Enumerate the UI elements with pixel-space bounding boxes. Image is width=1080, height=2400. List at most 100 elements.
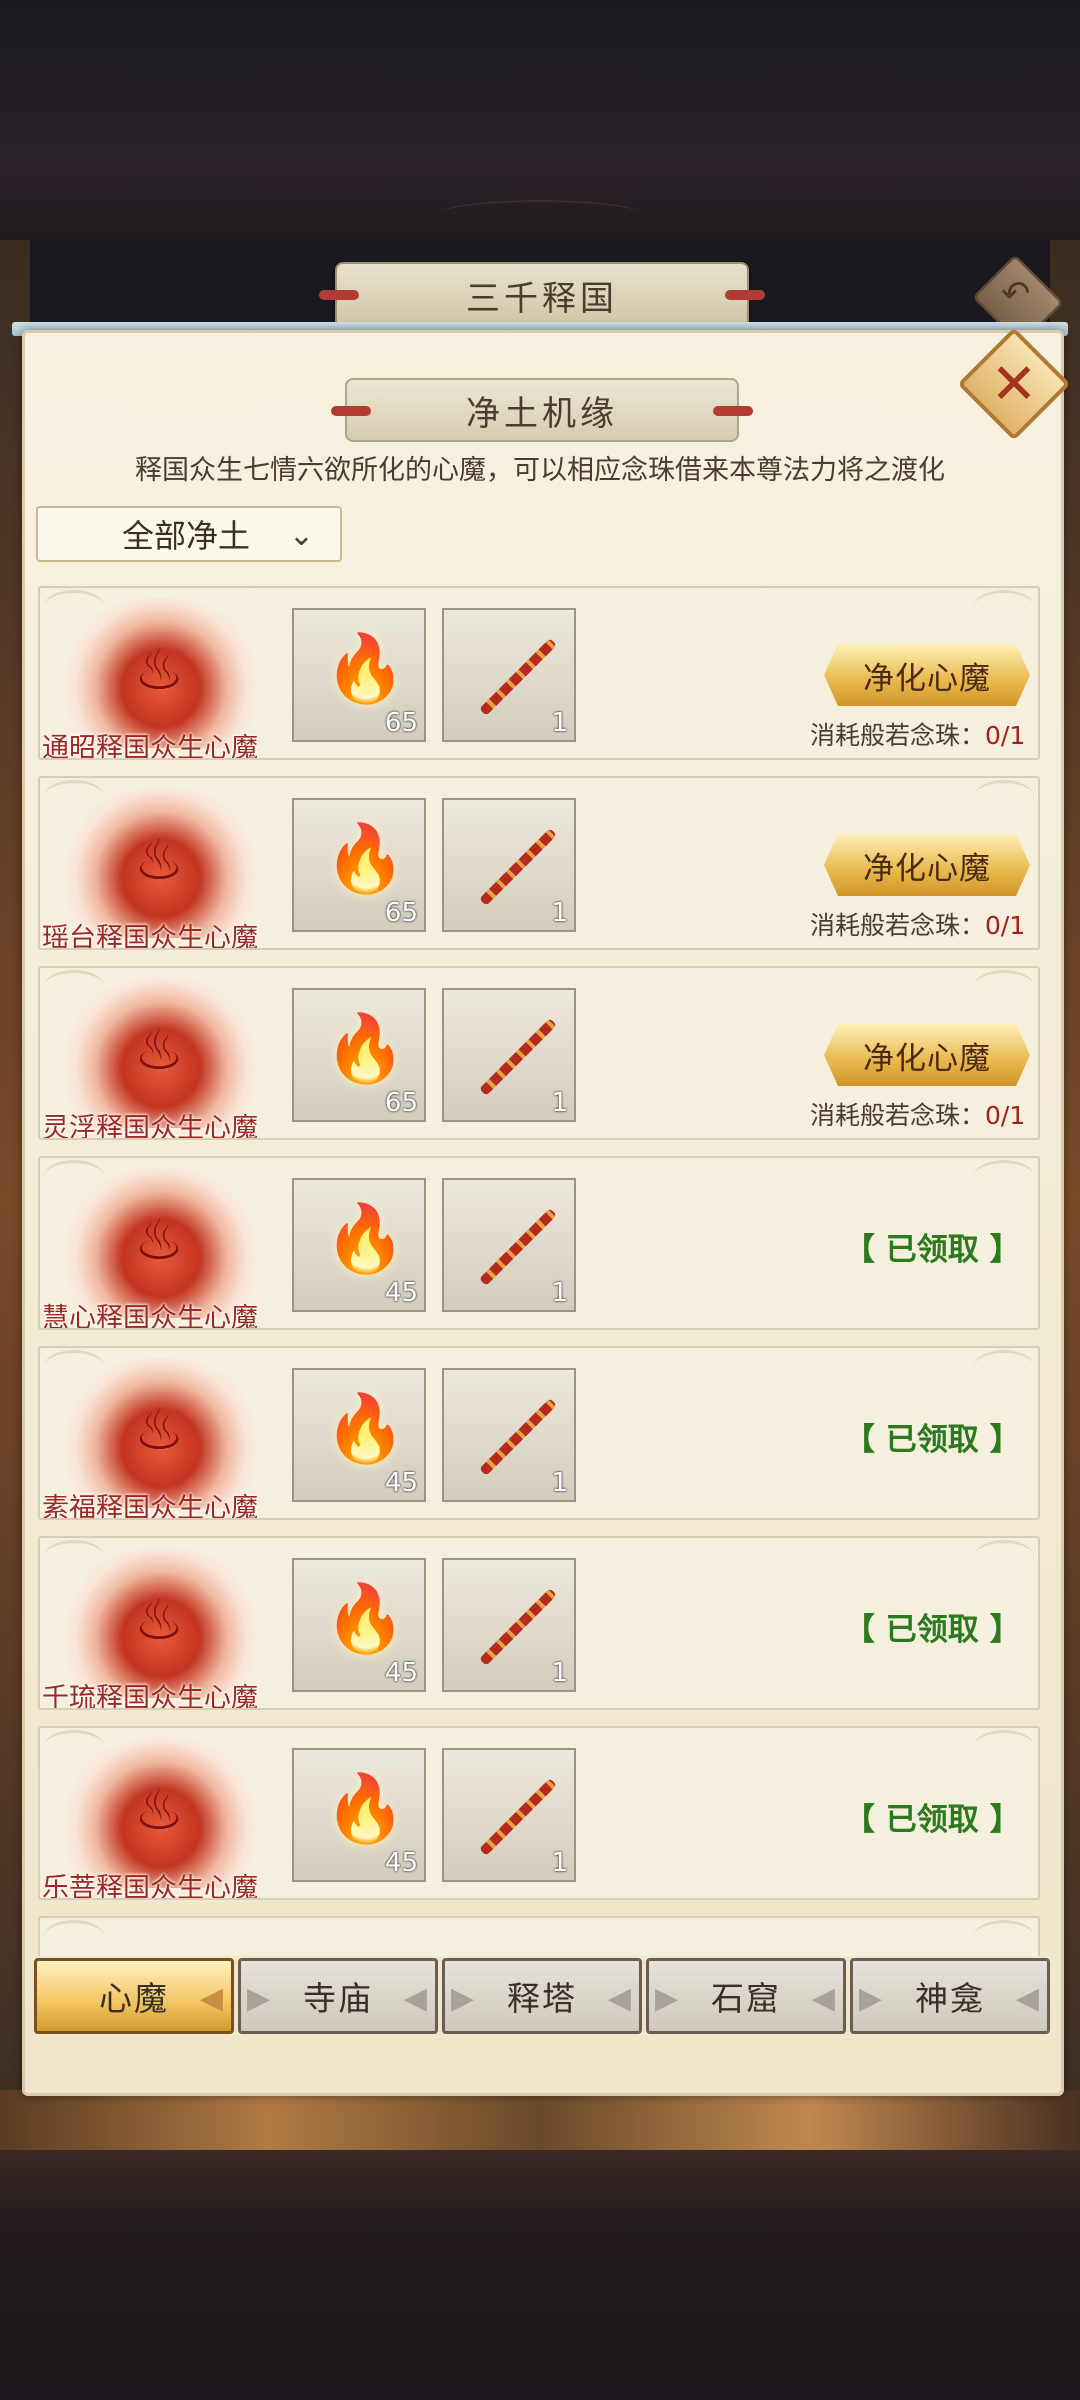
wand-icon	[479, 828, 557, 906]
list-item: ♨ 乐菩释国众生心魔 🔥 45 1 【 已领取 】	[38, 1726, 1040, 1900]
demon-list[interactable]: ♨ 通昭释国众生心魔 🔥 65 1 净化心魔 消耗般若念珠：0/1 ♨ 瑶台释国…	[38, 586, 1042, 1956]
item-count: 1	[551, 1278, 568, 1308]
tab-arrow-icon: ▶	[859, 1981, 885, 2016]
corner-ornament	[974, 590, 1034, 623]
region-filter-dropdown[interactable]: 全部净土 ⌄	[36, 506, 342, 562]
item-count: 1	[551, 708, 568, 738]
panel-description: 释国众生七情六欲所化的心魔，可以相应念珠借来本尊法力将之渡化	[135, 455, 945, 486]
demon-flame-icon: ♨	[134, 1778, 185, 1843]
item-count: 1	[551, 1848, 568, 1878]
tab-arrow-icon: ◀	[1015, 1981, 1041, 2016]
purify-button[interactable]: 净化心魔	[824, 1024, 1030, 1086]
list-item: ♨ 素福释国众生心魔 🔥 45 1 【 已领取 】	[38, 1346, 1040, 1520]
list-item: ♨ 灵浮释国众生心魔 🔥 65 1 净化心魔 消耗般若念珠：0/1	[38, 966, 1040, 1140]
reward-item-wand[interactable]: 1	[442, 1368, 576, 1502]
demon-name: 慧心释国众生心魔	[42, 1303, 258, 1330]
purify-button[interactable]: 净化心魔	[824, 834, 1030, 896]
item-count: 65	[384, 898, 418, 928]
demon-name: 瑶台释国众生心魔	[42, 923, 258, 950]
reward-item-wand[interactable]: 1	[442, 1748, 576, 1882]
reward-item-flame[interactable]: 🔥 45	[292, 1558, 426, 1692]
purify-button-label: 净化心魔	[863, 850, 991, 887]
cost-label: 消耗般若念珠：	[810, 911, 986, 940]
reward-item-wand[interactable]: 1	[442, 798, 576, 932]
filter-label: 全部净土	[122, 517, 251, 555]
corner-ornament	[44, 1920, 104, 1953]
reward-item-wand[interactable]: 1	[442, 1558, 576, 1692]
reward-item-flame[interactable]: 🔥 45	[292, 1368, 426, 1502]
list-item	[38, 1916, 1040, 1956]
reward-item-flame[interactable]: 🔥 65	[292, 798, 426, 932]
cost-value: 0/1	[985, 1101, 1026, 1130]
cost-text: 消耗般若念珠：0/1	[810, 1096, 1025, 1132]
item-count: 45	[384, 1278, 418, 1308]
chevron-down-icon: ⌄	[288, 518, 314, 553]
tab-label: 释塔	[507, 1979, 577, 2018]
corner-ornament	[974, 1350, 1034, 1383]
tab-grotto[interactable]: ▶ 石窟 ◀	[646, 1958, 846, 2034]
tab-arrow-icon: ◀	[811, 1981, 837, 2016]
close-icon: ✕	[990, 351, 1038, 417]
tab-arrow-icon: ◀	[607, 1981, 633, 2016]
item-count: 45	[384, 1468, 418, 1498]
item-count: 1	[551, 1468, 568, 1498]
tab-heart-demon[interactable]: 心魔 ◀	[34, 1958, 234, 2034]
flame-icon: 🔥	[324, 1580, 407, 1657]
bottom-background	[0, 2150, 1080, 2400]
demon-name: 灵浮释国众生心魔	[42, 1113, 258, 1140]
cost-label: 消耗般若念珠：	[810, 1101, 986, 1130]
top-ornament	[440, 200, 640, 228]
flame-icon: 🔥	[324, 630, 407, 707]
tab-label: 神龛	[915, 1979, 985, 2018]
reward-item-wand[interactable]: 1	[442, 1178, 576, 1312]
scroll-knob-right	[713, 406, 753, 416]
claimed-status: 【 已领取 】	[844, 1232, 1021, 1268]
list-item: ♨ 通昭释国众生心魔 🔥 65 1 净化心魔 消耗般若念珠：0/1	[38, 586, 1040, 760]
demon-name: 千琉释国众生心魔	[42, 1683, 258, 1710]
tab-arrow-icon: ▶	[655, 1981, 681, 2016]
window-title-scroll: 三千释国	[319, 262, 765, 328]
flame-icon: 🔥	[324, 1010, 407, 1087]
purify-button-label: 净化心魔	[863, 660, 991, 697]
tab-label: 寺庙	[303, 1979, 373, 2018]
reward-item-wand[interactable]: 1	[442, 608, 576, 742]
reward-item-flame[interactable]: 🔥 45	[292, 1178, 426, 1312]
demon-name: 通昭释国众生心魔	[42, 733, 258, 760]
panel-title: 净土机缘	[466, 393, 618, 434]
item-count: 45	[384, 1848, 418, 1878]
reward-item-wand[interactable]: 1	[442, 988, 576, 1122]
corner-ornament	[974, 780, 1034, 813]
corner-ornament	[974, 970, 1034, 1003]
purify-button[interactable]: 净化心魔	[824, 644, 1030, 706]
reward-item-flame[interactable]: 🔥 65	[292, 608, 426, 742]
item-count: 65	[384, 1088, 418, 1118]
wand-icon	[479, 1398, 557, 1476]
bottom-tab-bar: 心魔 ◀ ▶ 寺庙 ◀ ▶ 释塔 ◀ ▶ 石窟 ◀ ▶ 神龛 ◀	[34, 1958, 1052, 2038]
cost-value: 0/1	[985, 721, 1026, 750]
item-count: 1	[551, 1658, 568, 1688]
window-title: 三千释国	[466, 278, 618, 319]
scroll-knob-left	[331, 406, 371, 416]
claimed-status: 【 已领取 】	[844, 1422, 1021, 1458]
corner-ornament	[974, 1540, 1034, 1573]
tab-shrine[interactable]: ▶ 神龛 ◀	[850, 1958, 1050, 2034]
wand-icon	[479, 1208, 557, 1286]
scroll-knob-left	[319, 290, 359, 300]
back-arrow-icon: ↶	[1000, 273, 1031, 315]
list-item: ♨ 慧心释国众生心魔 🔥 45 1 【 已领取 】	[38, 1156, 1040, 1330]
tab-arrow-icon: ▶	[451, 1981, 477, 2016]
reward-item-flame[interactable]: 🔥 45	[292, 1748, 426, 1882]
list-item: ♨ 千琉释国众生心魔 🔥 45 1 【 已领取 】	[38, 1536, 1040, 1710]
item-count: 1	[551, 1088, 568, 1118]
flame-icon: 🔥	[324, 820, 407, 897]
tab-pagoda[interactable]: ▶ 释塔 ◀	[442, 1958, 642, 2034]
reward-item-flame[interactable]: 🔥 65	[292, 988, 426, 1122]
scroll-knob-right	[725, 290, 765, 300]
tab-temple[interactable]: ▶ 寺庙 ◀	[238, 1958, 438, 2034]
tab-arrow-icon: ◀	[403, 1981, 429, 2016]
tab-label: 石窟	[711, 1979, 781, 2018]
list-item: ♨ 瑶台释国众生心魔 🔥 65 1 净化心魔 消耗般若念珠：0/1	[38, 776, 1040, 950]
cost-value: 0/1	[985, 911, 1026, 940]
flame-icon: 🔥	[324, 1770, 407, 1847]
cost-text: 消耗般若念珠：0/1	[810, 906, 1025, 942]
